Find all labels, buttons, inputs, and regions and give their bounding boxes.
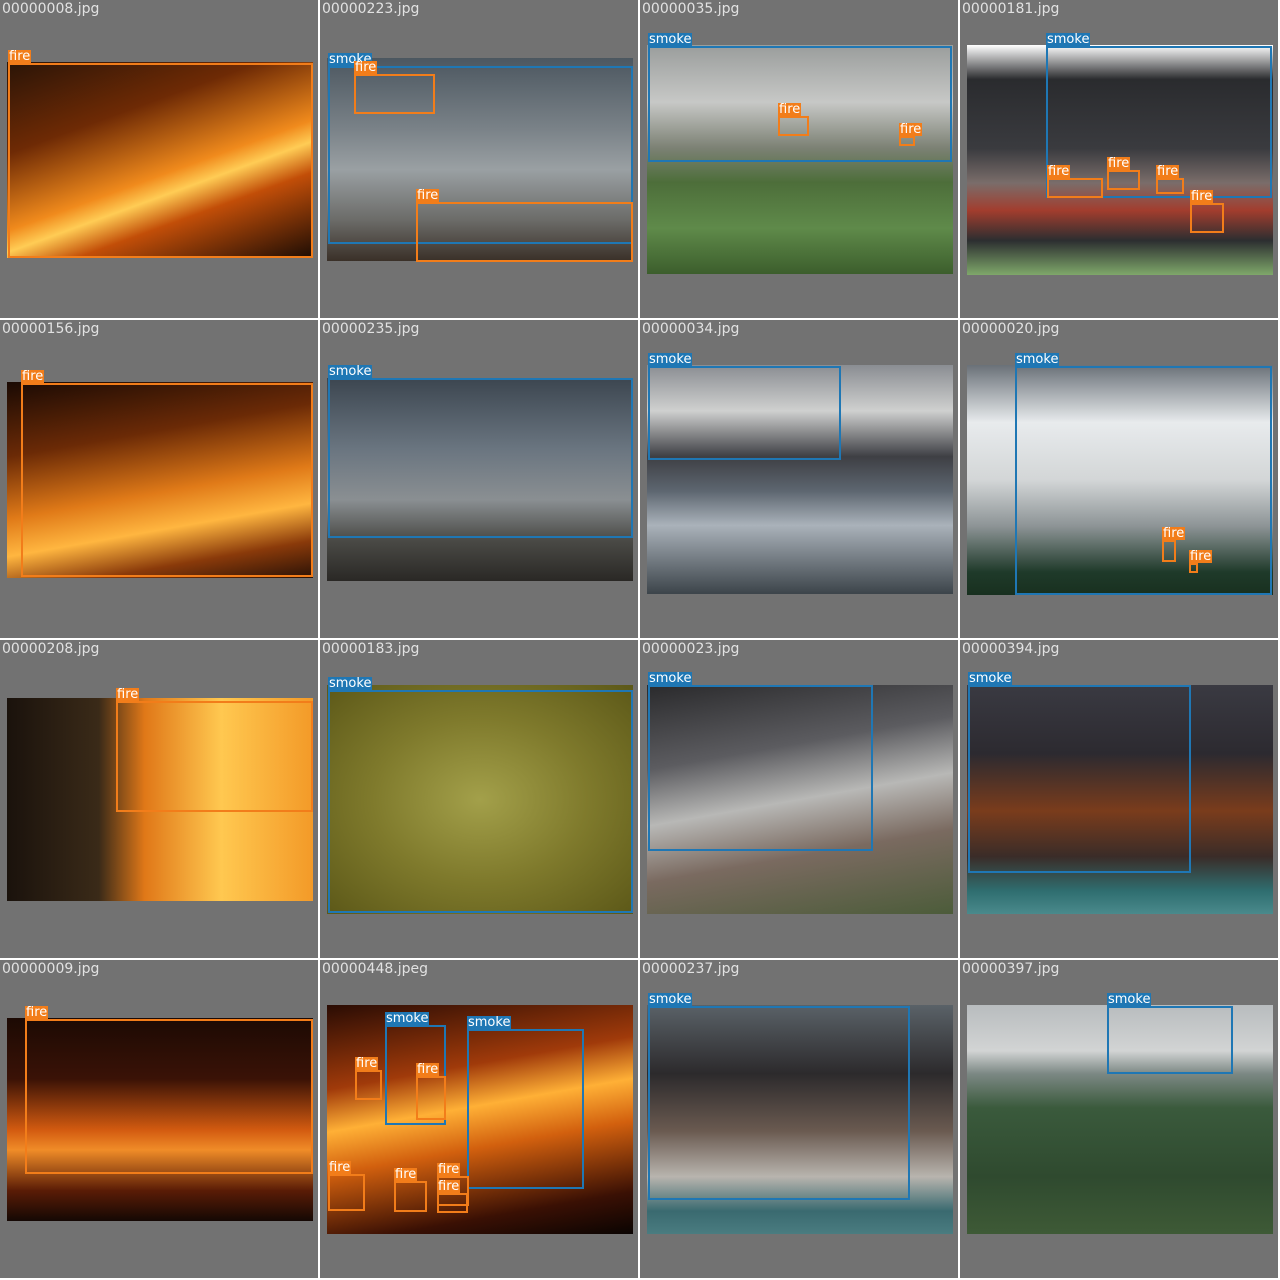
tile-filename: 00000208.jpg	[2, 641, 100, 657]
mosaic-tile: 00000181.jpg smoke fire fire fire fire	[960, 0, 1278, 318]
mosaic-tile: 00000397.jpg smoke	[960, 960, 1278, 1278]
fire-bounding-box	[778, 116, 809, 136]
fire-label-tag: fire	[899, 122, 923, 137]
fire-bounding-box	[354, 74, 435, 114]
smoke-bounding-box	[328, 378, 633, 538]
fire-bounding-box	[1156, 178, 1184, 194]
mosaic-tile: 00000034.jpg smoke	[640, 320, 958, 638]
mosaic-tile: 00000235.jpg smoke	[320, 320, 638, 638]
fire-label-tag: fire	[25, 1005, 49, 1020]
mosaic-tile: 00000223.jpg smoke fire fire	[320, 0, 638, 318]
fire-label-tag: fire	[1162, 526, 1186, 541]
fire-bounding-box	[116, 701, 313, 812]
fire-bounding-box	[1189, 563, 1198, 573]
smoke-label-tag: smoke	[648, 32, 693, 47]
smoke-bounding-box	[648, 1006, 910, 1200]
tile-filename: 00000397.jpg	[962, 961, 1060, 977]
fire-label-tag: fire	[437, 1179, 461, 1194]
image-grid: 00000008.jpg fire 00000223.jpg smoke fire fir…	[0, 0, 1280, 1280]
fire-bounding-box	[21, 383, 313, 577]
tile-filename: 00000183.jpg	[322, 641, 420, 657]
smoke-label-tag: smoke	[328, 364, 373, 379]
fire-bounding-box	[1162, 540, 1176, 562]
tile-filename: 00000009.jpg	[2, 961, 100, 977]
tile-filename: 00000034.jpg	[642, 321, 740, 337]
tile-filename: 00000181.jpg	[962, 1, 1060, 17]
smoke-label-tag: smoke	[648, 352, 693, 367]
tile-filename: 00000223.jpg	[322, 1, 420, 17]
mosaic-tile: 00000448.jpeg smoke smoke fire fire fire fire f…	[320, 960, 638, 1278]
fire-label-tag: fire	[8, 49, 32, 64]
tile-filename: 00000008.jpg	[2, 1, 100, 17]
mosaic-tile: 00000023.jpg smoke	[640, 640, 958, 958]
mosaic-tile: 00000156.jpg fire	[0, 320, 318, 638]
fire-label-tag: fire	[778, 102, 802, 117]
mosaic-tile: 00000237.jpg smoke	[640, 960, 958, 1278]
tile-filename: 00000156.jpg	[2, 321, 100, 337]
tile-filename: 00000023.jpg	[642, 641, 740, 657]
smoke-label-tag: smoke	[648, 671, 693, 686]
fire-label-tag: fire	[416, 1062, 440, 1077]
smoke-bounding-box	[648, 366, 841, 460]
fire-bounding-box	[394, 1181, 427, 1212]
smoke-label-tag: smoke	[328, 676, 373, 691]
smoke-label-tag: smoke	[1046, 32, 1091, 47]
mosaic-tile: 00000008.jpg fire	[0, 0, 318, 318]
smoke-label-tag: smoke	[385, 1011, 430, 1026]
fire-label-tag: fire	[1156, 164, 1180, 179]
smoke-bounding-box	[648, 685, 873, 851]
smoke-label-tag: smoke	[968, 671, 1013, 686]
mosaic-tile: 00000035.jpg smoke fire fire	[640, 0, 958, 318]
smoke-label-tag: smoke	[467, 1015, 512, 1030]
fire-bounding-box	[8, 63, 313, 258]
fire-label-tag: fire	[328, 1160, 352, 1175]
tile-filename: 00000020.jpg	[962, 321, 1060, 337]
fire-label-tag: fire	[437, 1162, 461, 1177]
mosaic-tile: 00000009.jpg fire	[0, 960, 318, 1278]
tile-filename: 00000448.jpeg	[322, 961, 428, 977]
smoke-bounding-box	[1107, 1006, 1233, 1074]
mosaic-tile: 00000020.jpg smoke fire fire	[960, 320, 1278, 638]
smoke-bounding-box	[1015, 366, 1272, 595]
smoke-bounding-box	[467, 1029, 584, 1189]
fire-bounding-box	[328, 1174, 365, 1211]
fire-label-tag: fire	[354, 60, 378, 75]
mosaic-tile: 00000183.jpg smoke	[320, 640, 638, 958]
fire-label-tag: fire	[394, 1167, 418, 1182]
tile-filename: 00000237.jpg	[642, 961, 740, 977]
smoke-label-tag: smoke	[648, 992, 693, 1007]
fire-label-tag: fire	[1047, 164, 1071, 179]
fire-label-tag: fire	[1107, 156, 1131, 171]
fire-bounding-box	[25, 1019, 313, 1174]
fire-bounding-box	[1107, 170, 1140, 190]
fire-label-tag: fire	[21, 369, 45, 384]
smoke-label-tag: smoke	[1015, 352, 1060, 367]
tile-filename: 00000394.jpg	[962, 641, 1060, 657]
fire-bounding-box	[355, 1070, 382, 1100]
fire-label-tag: fire	[1190, 189, 1214, 204]
fire-label-tag: fire	[116, 687, 140, 702]
fire-bounding-box	[416, 1076, 446, 1120]
tile-filename: 00000235.jpg	[322, 321, 420, 337]
smoke-label-tag: smoke	[1107, 992, 1152, 1007]
tile-filename: 00000035.jpg	[642, 1, 740, 17]
mosaic-tile: 00000394.jpg smoke	[960, 640, 1278, 958]
fire-bounding-box	[1047, 178, 1103, 198]
smoke-bounding-box	[968, 685, 1191, 873]
smoke-bounding-box	[328, 690, 633, 913]
fire-bounding-box	[899, 136, 915, 146]
fire-bounding-box	[437, 1193, 468, 1213]
fire-label-tag: fire	[416, 188, 440, 203]
mosaic-tile: 00000208.jpg fire	[0, 640, 318, 958]
fire-label-tag: fire	[355, 1056, 379, 1071]
fire-bounding-box	[1190, 203, 1224, 233]
fire-bounding-box	[416, 202, 633, 262]
fire-label-tag: fire	[1189, 549, 1213, 564]
